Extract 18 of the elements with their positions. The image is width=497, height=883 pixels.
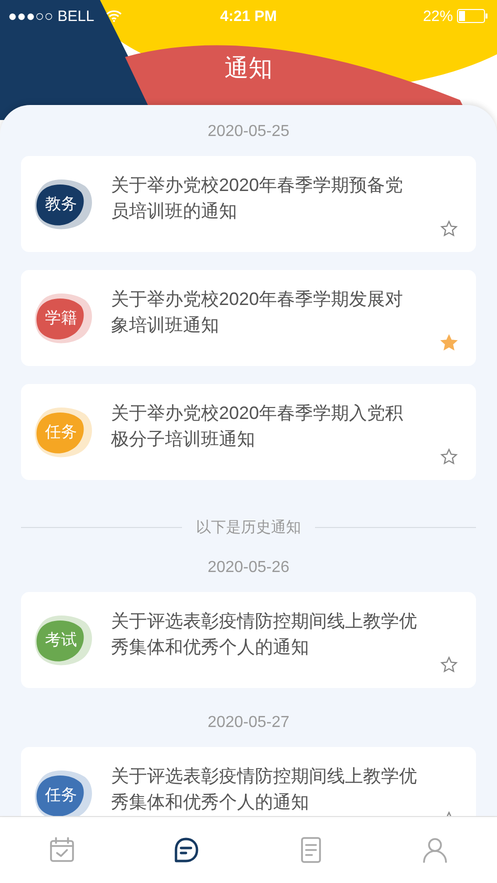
- carrier-label: ●●●○○ BELL: [8, 8, 94, 24]
- notice-card[interactable]: 任务 关于评选表彰疫情防控期间线上教学优秀集体和优秀个人的通知: [21, 747, 476, 816]
- date-label: 2020-05-25: [208, 123, 290, 141]
- date-label: 2020-05-27: [208, 714, 290, 732]
- notice-card[interactable]: 学籍 关于举办党校2020年春季学期发展对象培训班通知: [21, 270, 476, 366]
- notice-title: 关于举办党校2020年春季学期入党积极分子培训班通知: [111, 402, 404, 451]
- page-title: 通知: [224, 54, 272, 84]
- notice-card[interactable]: 教务 关于举办党校2020年春季学期预备党员培训班的通知: [21, 156, 476, 252]
- notice-title: 关于评选表彰疫情防控期间线上教学优秀集体和优秀个人的通知: [111, 765, 418, 814]
- notice-title: 关于举办党校2020年春季学期预备党员培训班的通知: [111, 174, 404, 223]
- notice-title: 关于评选表彰疫情防控期间线上教学优秀集体和优秀个人的通知: [111, 610, 418, 659]
- battery-label: 22%: [422, 8, 453, 24]
- date-label: 2020-05-26: [208, 559, 290, 577]
- notice-title: 关于举办党校2020年春季学期发展对象培训班通知: [111, 288, 404, 337]
- clock-label: 4:21 PM: [220, 8, 277, 24]
- notice-card[interactable]: 任务 关于举办党校2020年春季学期入党积极分子培训班通知: [21, 384, 476, 480]
- section-divider-label: 以下是历史通知: [196, 518, 301, 537]
- notice-card[interactable]: 考试 关于评选表彰疫情防控期间线上教学优秀集体和优秀个人的通知: [21, 592, 476, 688]
